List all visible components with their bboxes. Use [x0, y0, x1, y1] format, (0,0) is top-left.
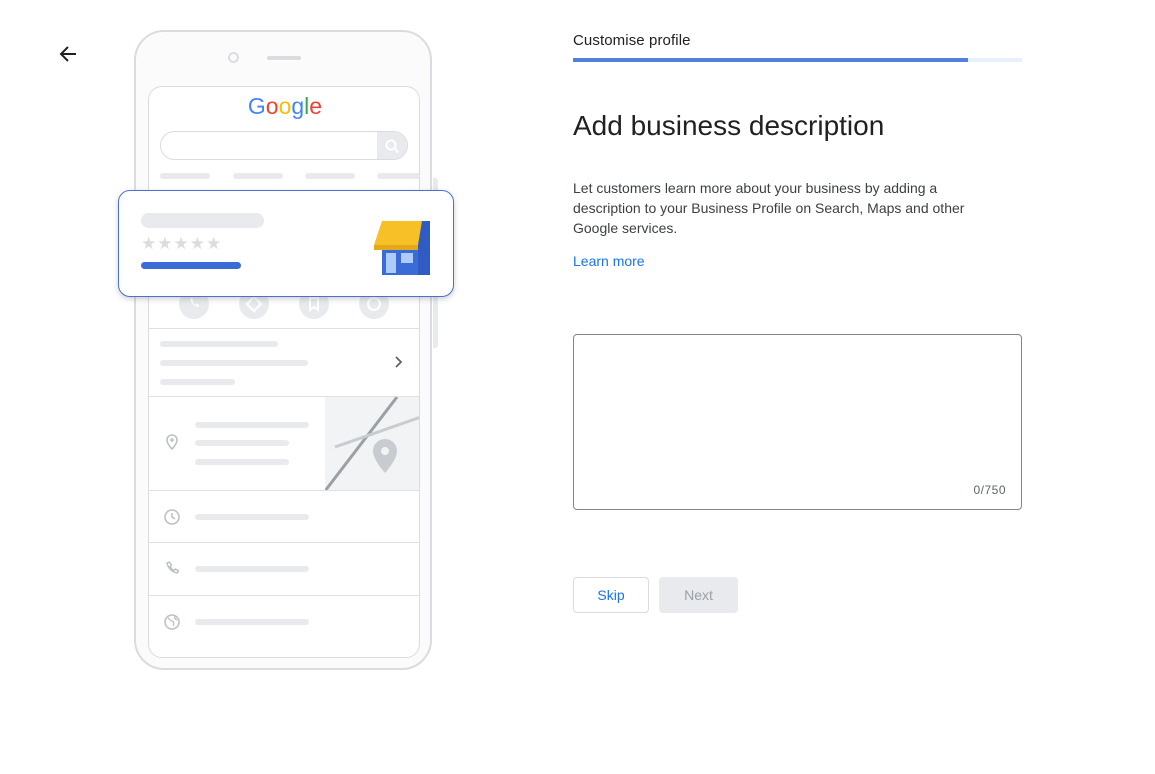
text-placeholder [195, 440, 289, 446]
step-title: Customise profile [573, 32, 691, 49]
google-logo: Google [149, 93, 419, 120]
rating-stars: ★★★★★ [141, 234, 223, 253]
business-description-input[interactable] [574, 335, 1021, 485]
back-button[interactable] [54, 40, 82, 68]
divider [149, 595, 419, 596]
character-counter: 0/750 [973, 483, 1006, 497]
chip-placeholder [160, 173, 210, 179]
business-card-illustration: ★★★★★ [118, 190, 454, 297]
phone-speaker [267, 56, 301, 60]
next-button[interactable]: Next [659, 577, 738, 613]
progress-bar [573, 58, 1022, 62]
chip-placeholder [305, 173, 355, 179]
text-placeholder [160, 379, 235, 385]
business-description-field[interactable]: 0/750 [573, 334, 1022, 510]
phone-icon [166, 561, 180, 574]
logo-letter: o [278, 93, 292, 119]
learn-more-link[interactable]: Learn more [573, 253, 645, 269]
divider [149, 328, 419, 329]
progress-bar-fill [573, 58, 969, 62]
divider [149, 542, 419, 543]
arrow-back-icon [59, 46, 76, 62]
logo-letter: o [265, 93, 279, 119]
skip-button[interactable]: Skip [573, 577, 649, 613]
text-placeholder [160, 360, 308, 366]
globe-icon [164, 614, 180, 630]
page-title: Add business description [573, 110, 885, 141]
search-icon [385, 139, 400, 154]
text-placeholder [195, 566, 309, 572]
business-name-placeholder [141, 213, 264, 228]
chevron-right-icon [395, 356, 403, 368]
phone-screen: Google [148, 86, 420, 658]
logo-letter: g [291, 93, 305, 119]
location-pin-icon [166, 434, 178, 451]
chip-placeholder [233, 173, 283, 179]
divider [149, 490, 419, 491]
text-placeholder [195, 619, 309, 625]
logo-letter: e [309, 93, 323, 119]
search-bar-illustration [160, 131, 408, 160]
text-placeholder [195, 459, 289, 465]
text-placeholder [160, 341, 278, 347]
map-thumbnail [325, 397, 419, 491]
clock-icon [164, 509, 180, 525]
storefront-icon [374, 221, 430, 275]
text-placeholder [195, 422, 309, 428]
chip-placeholder [377, 173, 419, 179]
logo-letter: G [247, 93, 266, 119]
phone-camera [228, 52, 239, 63]
description-text: Let customers learn more about your busi… [573, 180, 965, 236]
highlight-bar [141, 262, 241, 269]
text-placeholder [195, 514, 309, 520]
